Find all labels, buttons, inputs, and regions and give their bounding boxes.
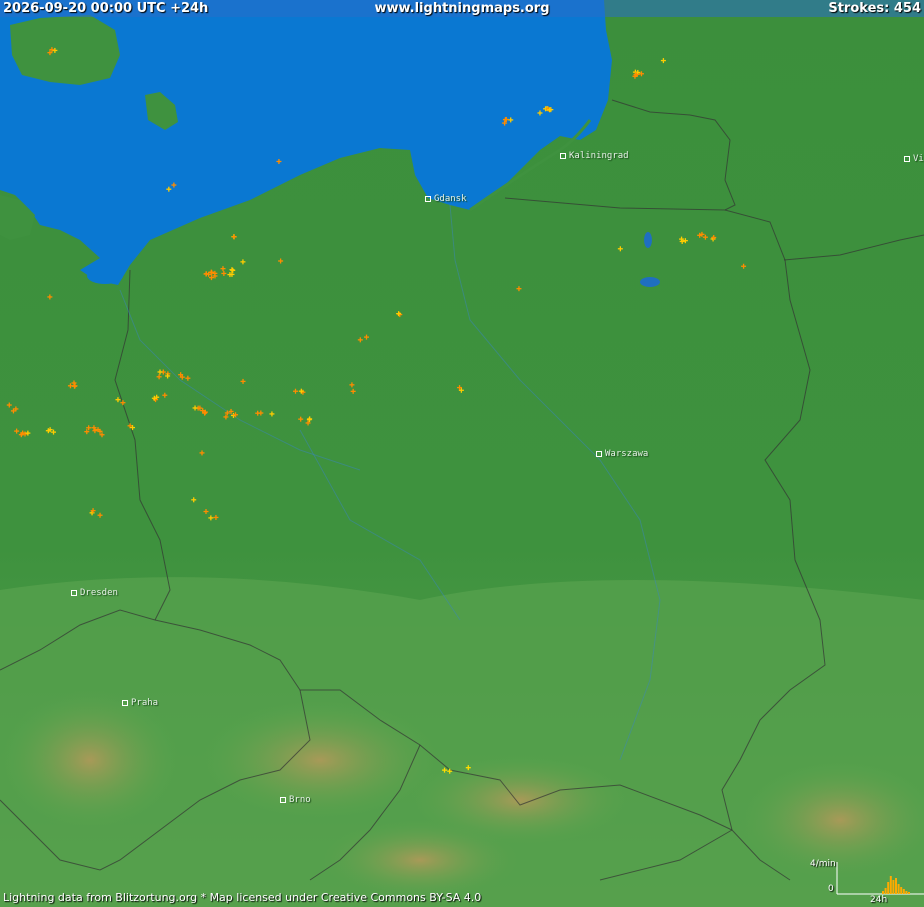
lightning-strike-marker	[465, 765, 471, 771]
strike-layer	[6, 47, 747, 774]
lightning-strike-marker	[278, 258, 284, 264]
lightning-map[interactable]: 2026-09-20 00:00 UTC +24h www.lightningm…	[0, 0, 924, 907]
histogram-bar	[884, 888, 887, 894]
lightning-strike-marker	[231, 234, 237, 240]
lightning-strike-marker	[220, 266, 226, 272]
histogram-ymax: 4/min	[810, 859, 836, 869]
lightning-strike-marker	[269, 411, 275, 417]
histogram-bar	[895, 878, 897, 894]
strike-rate-histogram: 4/min 0 24h	[810, 858, 924, 907]
lightning-strike-marker	[516, 286, 522, 292]
histogram-bar	[905, 891, 908, 894]
lightning-strike-marker	[120, 400, 126, 406]
lightning-strike-marker	[203, 509, 209, 515]
lightning-strike-marker	[203, 271, 209, 277]
histogram-bar	[892, 880, 895, 894]
lightning-strike-marker	[208, 515, 214, 521]
lightning-strike-marker	[14, 428, 20, 434]
lightning-strike-marker	[442, 767, 448, 773]
lightning-strike-marker	[298, 416, 304, 422]
lightning-strike-marker	[508, 117, 514, 123]
lightning-strike-marker	[230, 267, 236, 273]
histogram-bar	[889, 876, 892, 894]
lightning-strike-marker	[156, 374, 162, 380]
lightning-strike-marker	[191, 497, 197, 503]
lightning-strike-marker	[276, 158, 282, 164]
lightning-strike-marker	[52, 47, 58, 53]
lightning-strike-marker	[166, 186, 172, 192]
lightning-strike-marker	[71, 380, 77, 386]
histogram-ymin: 0	[828, 884, 834, 894]
lightning-strike-marker	[213, 514, 219, 520]
histogram-bar	[882, 891, 884, 894]
lightning-strike-marker	[240, 259, 246, 265]
lightning-strike-marker	[171, 182, 177, 188]
attribution[interactable]: Lightning data from Blitzortung.org * Ma…	[3, 891, 481, 904]
lightning-strike-marker	[537, 110, 543, 116]
histogram-bar	[902, 889, 905, 894]
lightning-strike-marker	[92, 428, 98, 434]
lightning-strike-marker	[162, 392, 168, 398]
lightning-strike-marker	[115, 397, 121, 403]
lightning-strike-marker	[229, 267, 235, 273]
lightning-strike-marker	[47, 294, 53, 300]
lightning-strike-marker	[660, 58, 666, 64]
lightning-strike-marker	[51, 429, 57, 435]
lightning-strike-marker	[97, 512, 103, 518]
lightning-strike-marker	[6, 402, 12, 408]
lightning-strike-marker	[350, 388, 356, 394]
histogram-xlabel: 24h	[870, 895, 888, 905]
histogram-bar	[897, 884, 900, 894]
lightning-strike-marker	[363, 334, 369, 340]
lightning-strike-marker	[192, 405, 198, 411]
lightning-strike-marker	[447, 768, 453, 774]
lightning-strike-marker	[357, 337, 363, 343]
lightning-strike-marker	[25, 430, 31, 436]
lightning-strike-marker	[240, 378, 246, 384]
histogram-bar	[900, 887, 903, 894]
lightning-strike-marker	[221, 270, 227, 276]
lightning-strike-marker	[741, 263, 747, 269]
lightning-strike-marker	[702, 234, 708, 240]
lightning-strike-marker	[349, 382, 355, 388]
lightning-strike-marker	[617, 246, 623, 252]
histogram-bar	[908, 892, 910, 894]
lightning-strike-marker	[157, 369, 163, 375]
histogram-bar	[887, 882, 890, 894]
lightning-strike-marker	[292, 388, 298, 394]
lightning-strike-marker	[258, 410, 264, 416]
lightning-strike-marker	[199, 450, 205, 456]
lightning-strike-marker	[185, 375, 191, 381]
